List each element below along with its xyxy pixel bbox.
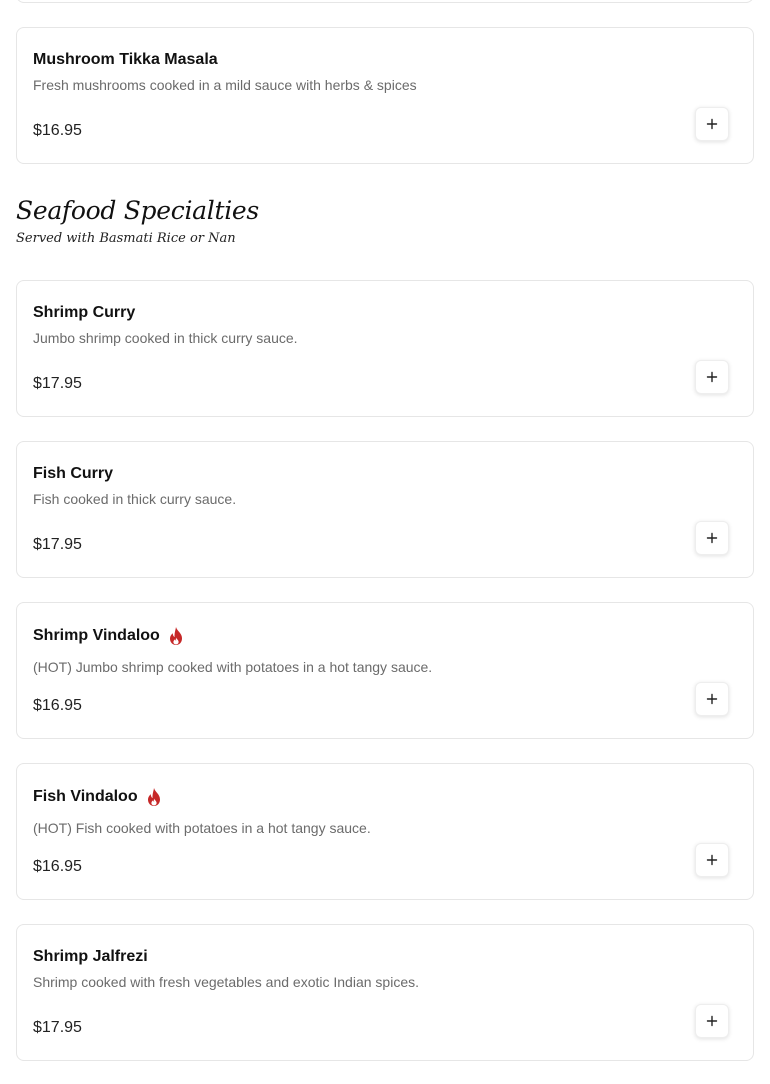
- menu-item-name-text: Shrimp Curry: [33, 304, 136, 321]
- menu-item-name: Shrimp Jalfrezi: [33, 948, 148, 966]
- section-subtitle: Served with Basmati Rice or Nan: [16, 231, 236, 246]
- menu-item-price: $17.95: [33, 375, 82, 392]
- menu-item-name-text: Fish Vindaloo: [33, 788, 138, 805]
- plus-icon: [706, 854, 718, 866]
- menu-item-price: $16.95: [33, 697, 82, 714]
- menu-item-description: (HOT) Fish cooked with potatoes in a hot…: [33, 820, 371, 836]
- plus-icon: [706, 371, 718, 383]
- menu-item-name: Mushroom Tikka Masala: [33, 51, 218, 69]
- section-header: Seafood Specialties Served with Basmati …: [16, 196, 259, 246]
- menu-item-card[interactable]: Fish Curry Fish cooked in thick curry sa…: [16, 441, 754, 578]
- add-to-cart-button[interactable]: [695, 843, 729, 877]
- menu-item-name-text: Shrimp Jalfrezi: [33, 948, 148, 965]
- menu-page: Mushroom Tikka Masala Fresh mushrooms co…: [0, 0, 770, 1084]
- add-to-cart-button[interactable]: [695, 360, 729, 394]
- menu-item-name: Shrimp Curry: [33, 304, 135, 322]
- menu-item-price: $17.95: [33, 1019, 82, 1036]
- menu-item-description: (HOT) Jumbo shrimp cooked with potatoes …: [33, 659, 433, 675]
- menu-item-name: Fish Vindaloo: [33, 787, 163, 807]
- fire-icon: [145, 787, 163, 807]
- menu-item-description: Fish cooked in thick curry sauce.: [33, 491, 237, 507]
- menu-item-card[interactable]: Shrimp Vindaloo (HOT) Jumbo shrimp cooke…: [16, 602, 754, 739]
- plus-icon: [706, 693, 718, 705]
- menu-item-description: Fresh mushrooms cooked in a mild sauce w…: [33, 77, 417, 93]
- add-to-cart-button[interactable]: [695, 1004, 729, 1038]
- menu-item-name: Fish Curry: [33, 465, 113, 483]
- menu-item-card[interactable]: Shrimp Curry Jumbo shrimp cooked in thic…: [16, 280, 754, 417]
- menu-item-name-text: Fish Curry: [33, 465, 114, 482]
- menu-item-card[interactable]: Fish Vindaloo (HOT) Fish cooked with pot…: [16, 763, 754, 900]
- add-to-cart-button[interactable]: [695, 682, 729, 716]
- add-to-cart-button[interactable]: [695, 521, 729, 555]
- menu-item-price: $16.95: [33, 858, 82, 875]
- menu-item-price: $16.95: [33, 122, 82, 139]
- menu-item-name-text: Shrimp Vindaloo: [33, 627, 160, 644]
- menu-item-card[interactable]: Mushroom Tikka Masala Fresh mushrooms co…: [16, 27, 754, 164]
- section-title: Seafood Specialties: [16, 196, 259, 225]
- fire-icon: [167, 626, 185, 646]
- menu-item-description: Shrimp cooked with fresh vegetables and …: [33, 974, 419, 990]
- menu-item-price: $17.95: [33, 536, 82, 553]
- add-to-cart-button[interactable]: [695, 107, 729, 141]
- menu-item-name: Shrimp Vindaloo: [33, 626, 185, 646]
- plus-icon: [706, 532, 718, 544]
- menu-item-card-partial: [16, 0, 754, 3]
- menu-item-name-text: Mushroom Tikka Masala: [33, 51, 218, 68]
- menu-item-description: Jumbo shrimp cooked in thick curry sauce…: [33, 330, 298, 346]
- plus-icon: [706, 118, 718, 130]
- menu-item-card[interactable]: Shrimp Jalfrezi Shrimp cooked with fresh…: [16, 924, 754, 1061]
- plus-icon: [706, 1015, 718, 1027]
